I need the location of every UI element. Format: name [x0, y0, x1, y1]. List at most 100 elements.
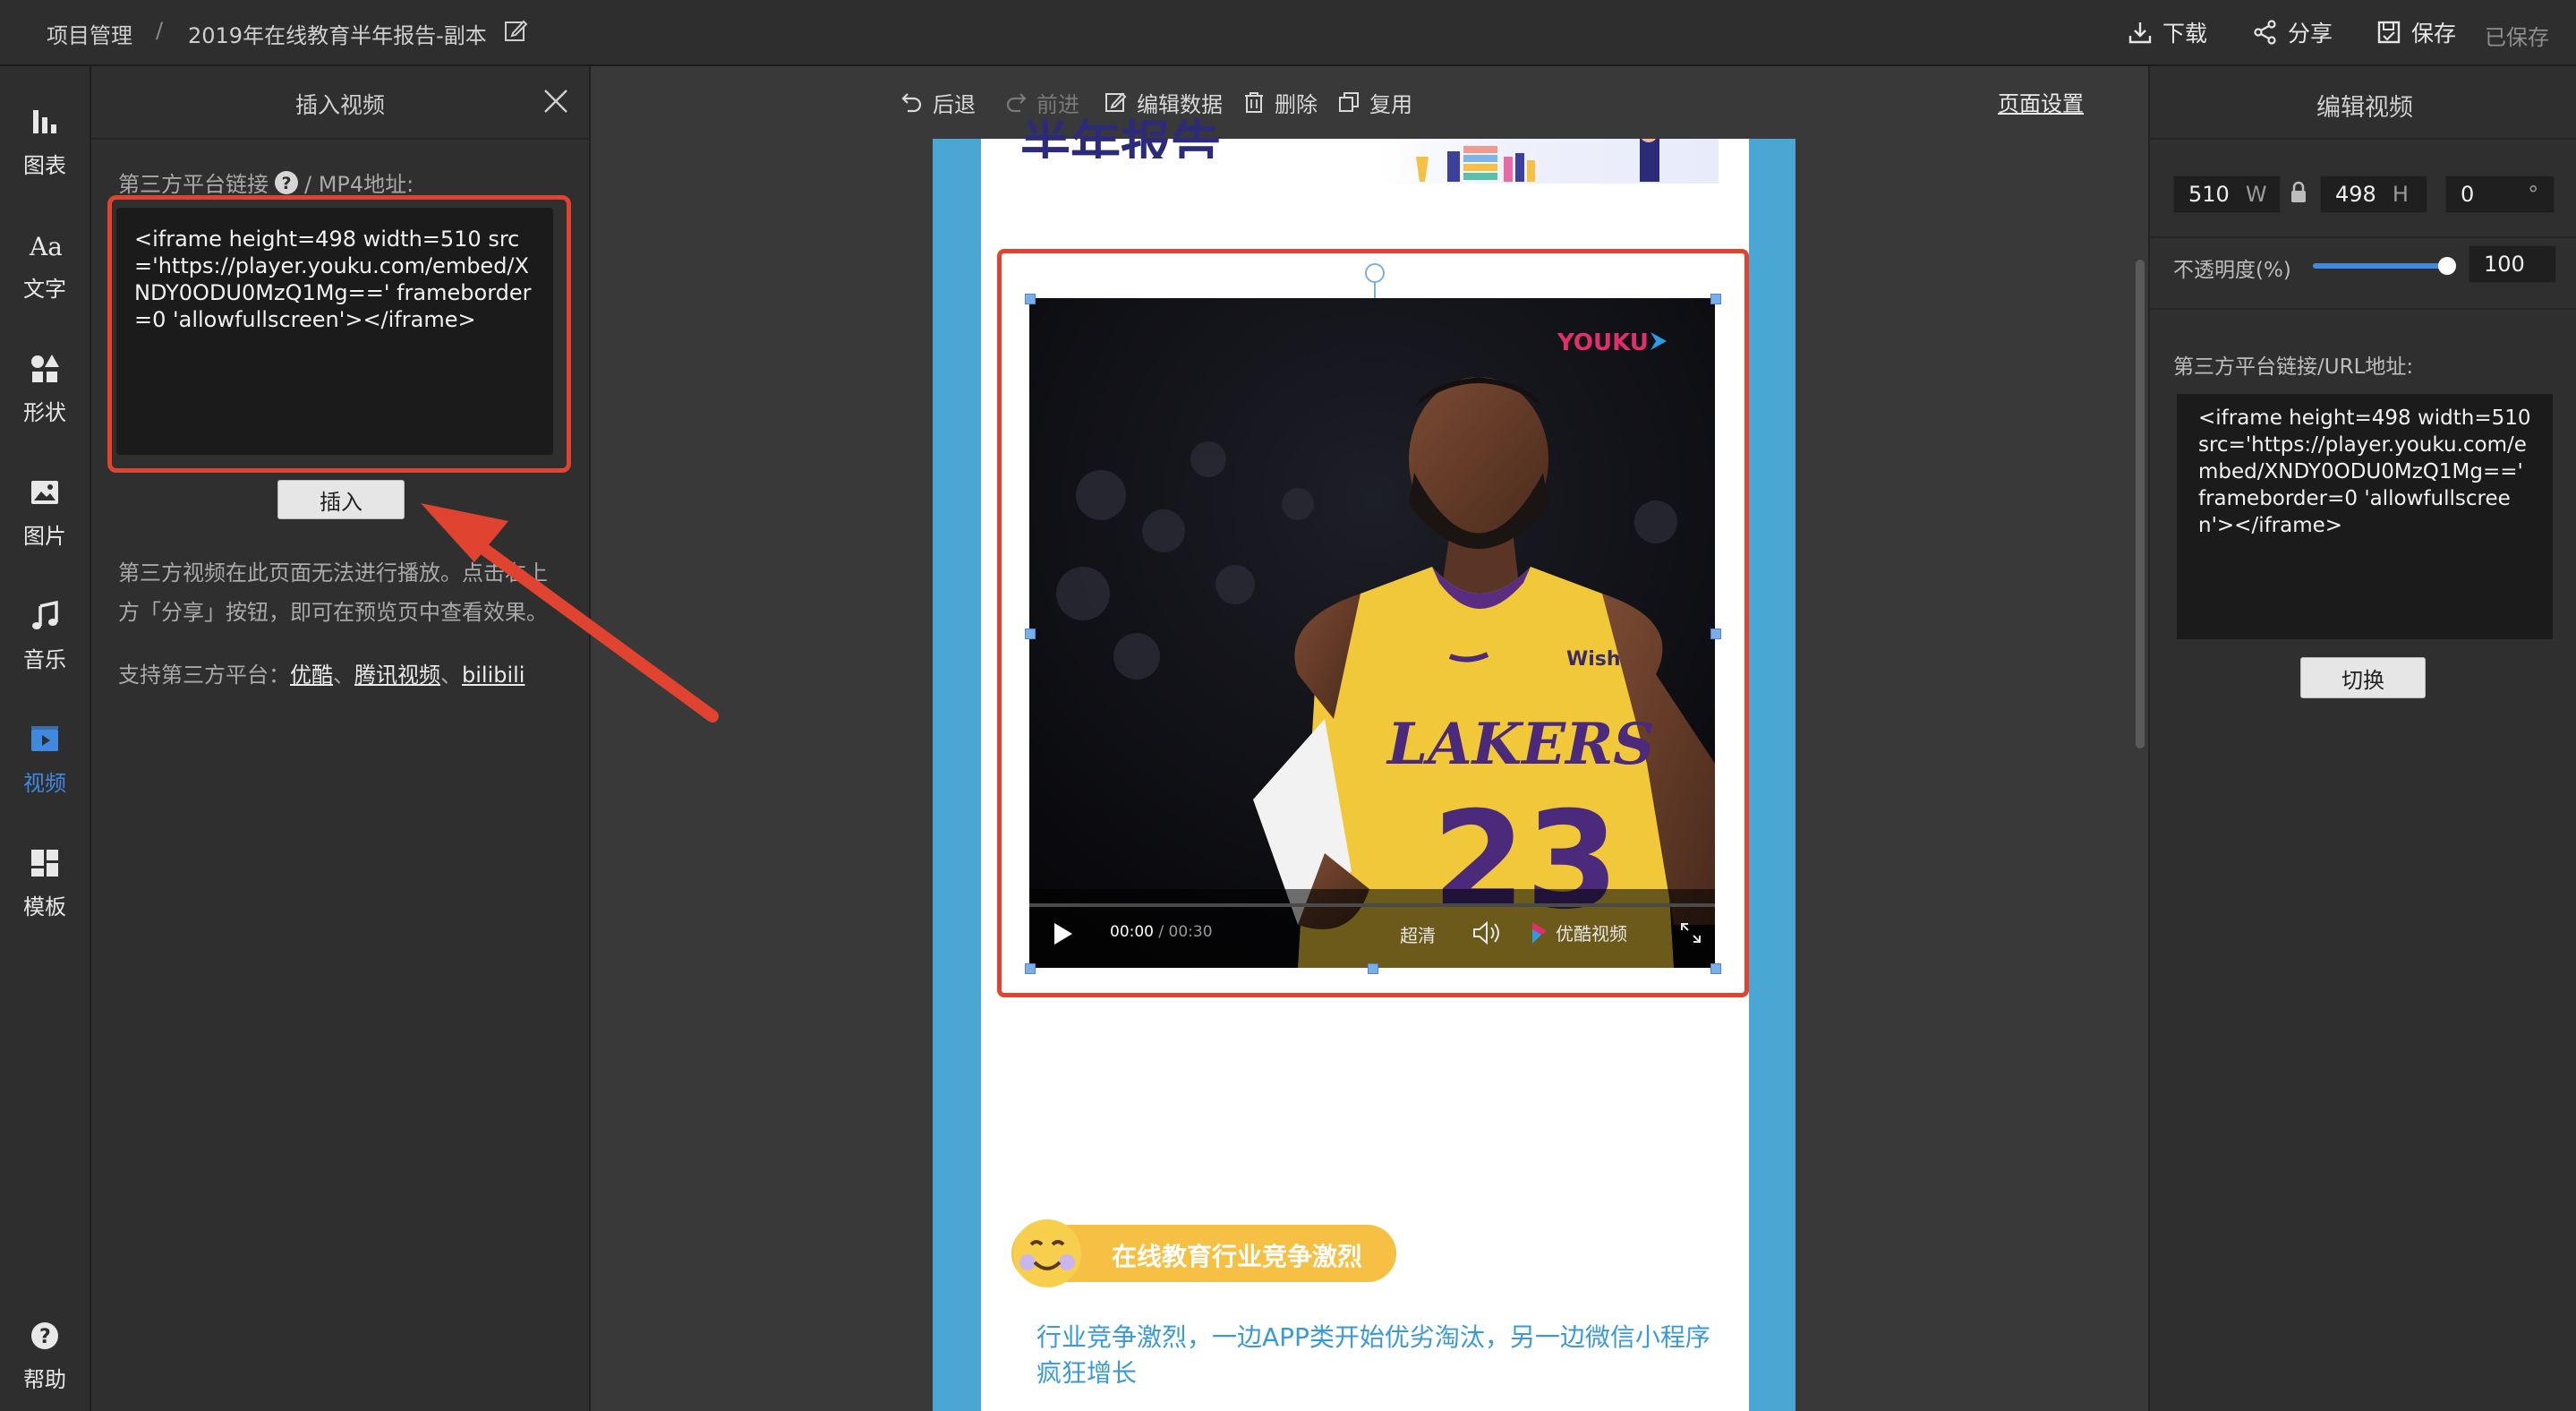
youku-brand: YOUKU	[1557, 329, 1649, 356]
share-icon	[2254, 20, 2276, 45]
opacity-slider-fill	[2313, 263, 2447, 269]
platform-separator: 、	[333, 663, 354, 688]
link-field-label: 第三方平台链接 ? / MP4地址:	[118, 167, 414, 198]
canvas-scrollbar[interactable]	[2136, 260, 2145, 748]
url-textarea[interactable]: <iframe height=498 width=510 src='https:…	[2177, 394, 2553, 639]
save-button[interactable]: 保存	[2376, 16, 2456, 48]
video-icon	[31, 725, 58, 751]
height-field[interactable]: 498 H	[2320, 175, 2427, 213]
rotate-handle[interactable]	[1365, 263, 1385, 283]
player-brand-label: 优酷视频	[1556, 923, 1627, 945]
page-heading: 半年报告	[1020, 116, 1221, 158]
chart-icon	[33, 109, 56, 133]
header-illustration	[1380, 124, 1719, 184]
height-unit: H	[2392, 182, 2409, 207]
undo-icon	[901, 93, 922, 113]
save-label: 保存	[2411, 21, 2457, 47]
download-label: 下载	[2162, 21, 2208, 47]
section-text: 行业竞争激烈，一边APP类开始优劣淘汰，另一边微信小程序 疯狂增长	[1036, 1320, 1735, 1391]
resize-handle-se[interactable]	[1710, 963, 1721, 974]
page-heading-clip: 半年报告	[1020, 105, 1378, 158]
svg-text:?: ?	[39, 1326, 51, 1348]
close-icon[interactable]	[542, 88, 569, 118]
insert-panel-title: 插入视频	[295, 92, 386, 118]
rail-item-image[interactable]: 图片	[0, 458, 90, 566]
resize-handle-w[interactable]	[1025, 629, 1036, 639]
rail-item-chart[interactable]: 图表	[0, 88, 90, 195]
time-display: 00:00 / 00:30	[1110, 923, 1213, 941]
rail-label-chart: 图表	[23, 152, 66, 178]
platform-link-youku[interactable]: 优酷	[290, 663, 333, 688]
opacity-slider-track[interactable]	[2313, 257, 2456, 275]
save-icon	[2377, 21, 2401, 44]
undo-label: 后退	[933, 91, 976, 117]
rotation-unit: °	[2528, 182, 2539, 207]
play-icon[interactable]	[1053, 921, 1074, 946]
image-icon	[31, 480, 58, 504]
supported-platforms: 支持第三方平台：优酷、腾讯视频、bilibili	[118, 655, 525, 695]
url-field-label: 第三方平台链接/URL地址:	[2173, 355, 2414, 379]
document-title: 2019年在线教育半年报告-副本	[188, 23, 487, 48]
rail-item-shape[interactable]: 形状	[0, 335, 90, 442]
left-rail: 图表 Aa 文字 形状 图片 音乐 视频 模板 ? 帮助	[0, 66, 91, 1411]
opacity-field[interactable]: 100	[2469, 245, 2556, 283]
right-panel-header: 编辑视频	[2150, 66, 2576, 140]
question-icon[interactable]: ?	[274, 170, 299, 195]
rail-label-help: 帮助	[23, 1366, 66, 1392]
rail-item-music[interactable]: 音乐	[0, 582, 90, 689]
edit-title-icon[interactable]	[503, 18, 528, 47]
resize-handle-sw[interactable]	[1025, 963, 1036, 974]
playback-hint-line1: 第三方视频在此页面无法进行播放。点击右上	[118, 560, 548, 586]
video-element[interactable]: LAKERS 23 Wish YOUKU 00:00 / 00:30 超清 优酷…	[1029, 298, 1715, 968]
breadcrumb-root[interactable]: 项目管理	[47, 18, 132, 49]
platform-link-tencent[interactable]: 腾讯视频	[354, 663, 440, 688]
opacity-slider-knob[interactable]	[2438, 257, 2456, 275]
rail-label-music: 音乐	[23, 646, 66, 672]
resize-handle-nw[interactable]	[1025, 294, 1036, 304]
text-icon: Aa	[29, 232, 62, 261]
divider	[2150, 236, 2576, 238]
width-unit: W	[2245, 182, 2267, 207]
resize-handle-e[interactable]	[1710, 629, 1721, 639]
switch-button[interactable]: 切换	[2300, 657, 2426, 698]
rotation-field[interactable]: 0 °	[2445, 175, 2555, 213]
insert-button[interactable]: 插入	[277, 480, 405, 519]
fullscreen-icon[interactable]	[1679, 921, 1702, 945]
volume-icon[interactable]	[1471, 919, 1504, 946]
jersey-team: LAKERS	[1386, 711, 1654, 778]
insert-video-panel: 插入视频 第三方平台链接 ? / MP4地址: <iframe height=4…	[91, 66, 591, 1411]
saved-status: 已保存	[2485, 25, 2549, 50]
download-button[interactable]: 下载	[2127, 16, 2207, 48]
page-settings-link[interactable]: 页面设置	[1998, 86, 2084, 117]
rail-item-text[interactable]: Aa 文字	[0, 211, 90, 319]
platforms-label: 支持第三方平台：	[118, 663, 290, 688]
share-button[interactable]: 分享	[2252, 16, 2333, 48]
help-icon: ?	[31, 1321, 58, 1349]
resize-handle-s[interactable]	[1368, 963, 1378, 974]
lock-icon[interactable]	[2290, 181, 2309, 204]
rail-item-template[interactable]: 模板	[0, 829, 90, 936]
time-current: 00:00	[1110, 923, 1154, 941]
width-field[interactable]: 510 W	[2173, 175, 2281, 213]
resize-handle-ne[interactable]	[1710, 294, 1721, 304]
link-label-suffix: / MP4地址:	[304, 172, 414, 197]
section-text-line2: 疯狂增长	[1036, 1358, 1138, 1388]
shape-icon	[31, 354, 59, 382]
smile-emoji-icon	[1011, 1218, 1083, 1289]
youku-logo-icon	[1532, 921, 1547, 944]
platform-link-bilibili[interactable]: bilibili	[462, 663, 525, 688]
svg-text:Aa: Aa	[29, 232, 62, 261]
breadcrumb-separator: /	[156, 18, 164, 43]
insert-panel-header: 插入视频	[91, 66, 589, 140]
video-poster: LAKERS 23 Wish YOUKU	[1029, 298, 1715, 968]
platform-separator: 、	[440, 663, 462, 688]
quality-selector[interactable]: 超清	[1400, 921, 1436, 947]
height-value: 498	[2335, 182, 2376, 207]
undo-button[interactable]: 后退	[900, 86, 976, 118]
rotation-value: 0	[2461, 182, 2475, 207]
width-value: 510	[2188, 182, 2230, 207]
rail-item-help[interactable]: ? 帮助	[0, 1302, 90, 1409]
share-label: 分享	[2288, 21, 2333, 47]
rail-item-video[interactable]: 视频	[0, 706, 90, 813]
video-code-textarea[interactable]: <iframe height=498 width=510 src='https:…	[116, 208, 553, 455]
